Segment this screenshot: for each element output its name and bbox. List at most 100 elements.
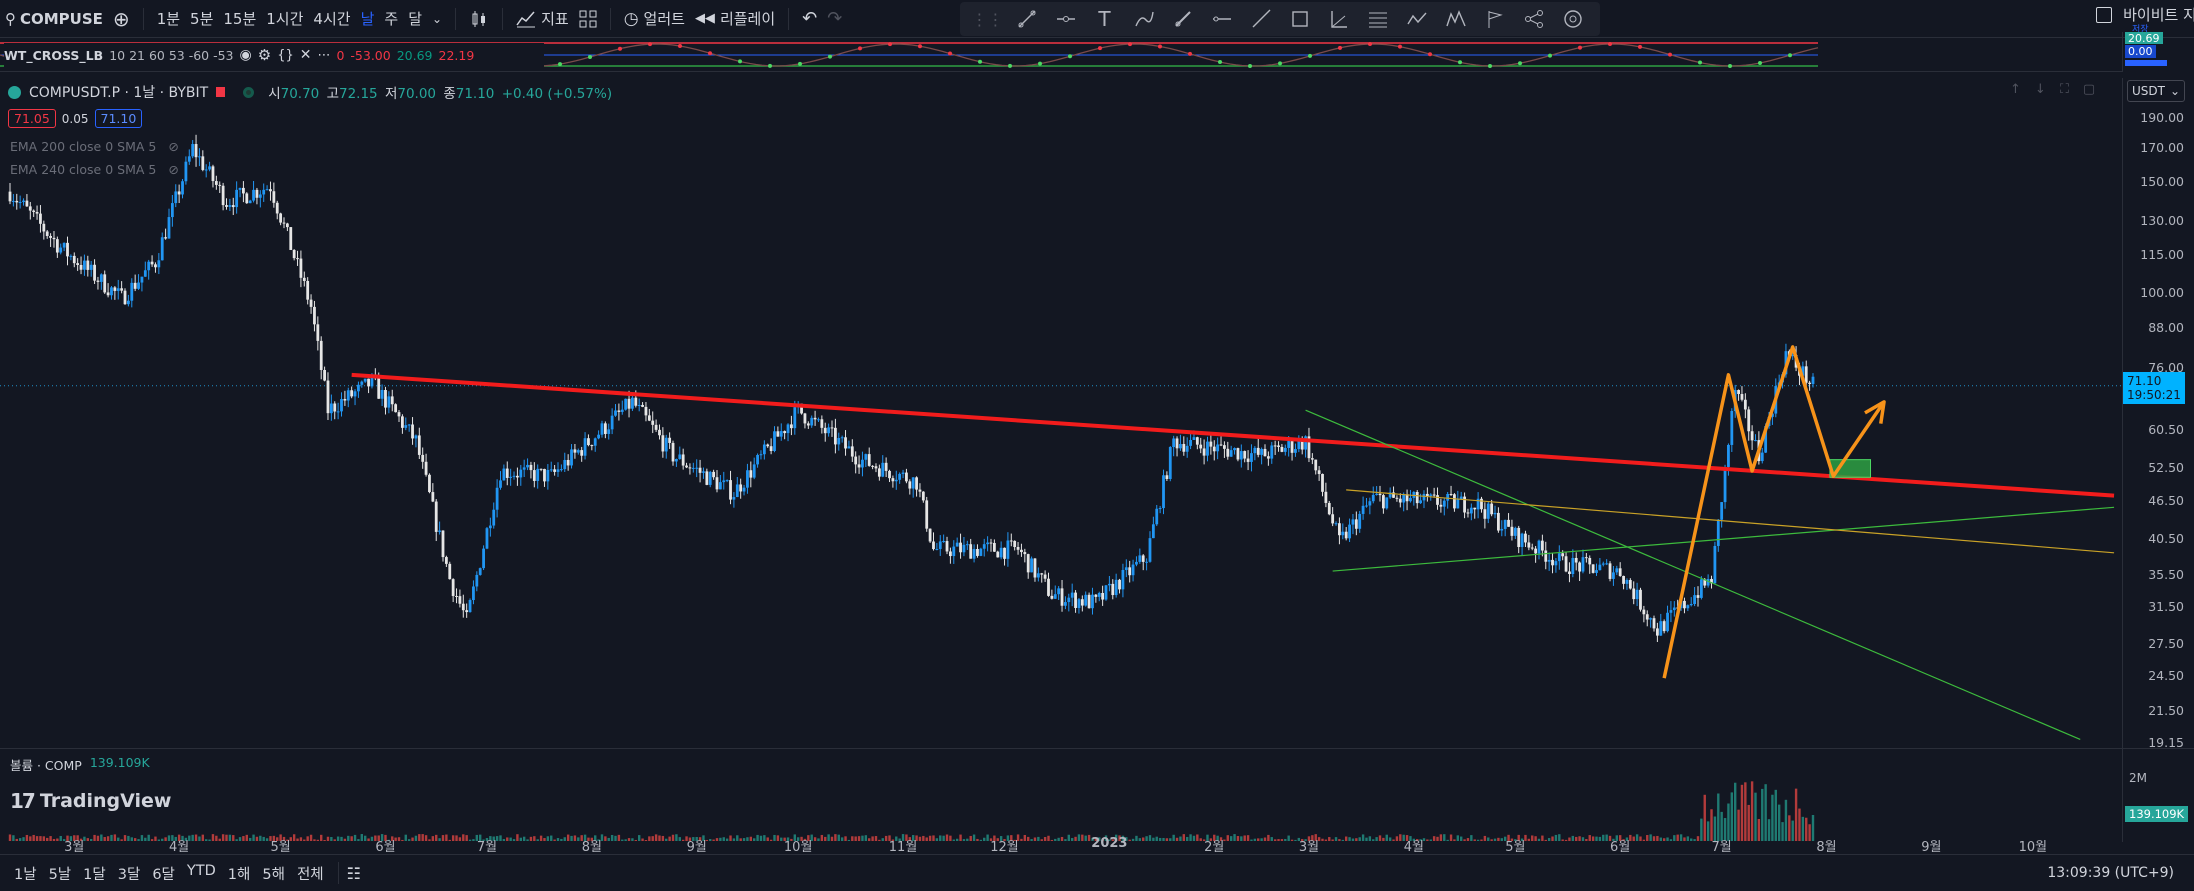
alert-button[interactable]: ◷ 얼러트 <box>619 0 690 38</box>
yellow-line[interactable] <box>1346 489 2115 554</box>
trend-line-tool-icon[interactable] <box>1013 5 1041 33</box>
range-3[interactable]: 3달 <box>112 863 147 884</box>
rectangle-tool-icon[interactable] <box>1286 5 1314 33</box>
volume-bar <box>1466 838 1470 841</box>
green-desc-line[interactable] <box>1305 409 2081 741</box>
volume-bar <box>675 834 678 841</box>
drag-handle-icon[interactable]: ⋮⋮ <box>972 5 1004 33</box>
interval-dropdown-chevron-icon[interactable]: ⌄ <box>427 0 447 38</box>
candle-body <box>333 403 337 412</box>
interval-0[interactable]: 1분 <box>152 0 185 38</box>
brush-tool-icon[interactable] <box>1130 5 1158 33</box>
currency-selector[interactable]: USDT ⌄ <box>2127 80 2185 102</box>
candle-body <box>1260 448 1264 455</box>
price-axis[interactable]: USDT ⌄ 71.10 19:50:21 190.00 170.00 150.00… <box>2122 78 2194 750</box>
range-8[interactable]: 전체 <box>291 863 330 884</box>
indicators-button[interactable]: 지표 <box>511 0 574 38</box>
interval-6[interactable]: 주 <box>379 0 403 38</box>
candle-body <box>996 551 1000 558</box>
interval-5[interactable]: 날 <box>356 0 380 38</box>
eye-icon[interactable]: ◉ <box>240 47 252 63</box>
candle-body <box>198 156 201 158</box>
range-7[interactable]: 5해 <box>256 863 291 884</box>
range-1[interactable]: 5날 <box>43 863 78 884</box>
indicator-axis: 20.69 0.00 <box>2122 32 2194 72</box>
candle-body <box>1659 621 1663 636</box>
range-5[interactable]: YTD <box>181 863 222 884</box>
more-icon[interactable]: ⋯ <box>317 48 330 63</box>
candle-body <box>793 407 797 429</box>
volume-bar <box>1568 837 1571 841</box>
candle-body <box>1713 545 1717 584</box>
flag-tool-icon[interactable] <box>1481 5 1509 33</box>
candle-body <box>884 462 888 471</box>
horizontal-line-tool-icon[interactable] <box>1208 5 1236 33</box>
interval-7[interactable]: 달 <box>403 0 427 38</box>
volume-bar <box>918 836 922 841</box>
close-icon[interactable]: ✕ <box>300 47 312 63</box>
redo-icon[interactable]: ↷ <box>822 0 847 38</box>
candle-body <box>597 434 600 439</box>
indicator-axis-bar <box>2125 60 2167 66</box>
candle-body <box>431 492 435 502</box>
candle-body <box>22 200 25 203</box>
settings-circle-icon[interactable] <box>1559 5 1587 33</box>
templates-grid-icon[interactable] <box>574 0 602 38</box>
orange-projection-path[interactable] <box>1662 345 1886 679</box>
symbol-search[interactable]: ⚲ COMPUSE <box>0 0 108 38</box>
source-code-icon[interactable]: {} <box>277 48 294 63</box>
replay-button[interactable]: ◀◀ 리플레이 <box>690 0 780 38</box>
candle-body <box>137 282 140 289</box>
range-0[interactable]: 1날 <box>8 863 43 884</box>
candle-body <box>718 482 722 490</box>
candle-body <box>28 206 32 211</box>
candle-body <box>1574 557 1578 563</box>
time-tick: 9월 <box>686 840 707 855</box>
checkbox-icon[interactable] <box>2096 6 2112 23</box>
volume-bar <box>1781 822 1784 841</box>
interval-list: 1분 5분 15분 1시간 4시간 날 주 달 <box>152 0 427 38</box>
candle-body <box>641 404 644 407</box>
horizontal-ray-tool-icon[interactable] <box>1052 5 1080 33</box>
range-4[interactable]: 6달 <box>146 863 181 884</box>
interval-1[interactable]: 5분 <box>185 0 218 38</box>
volume-bar <box>157 839 161 841</box>
path-tool-icon[interactable] <box>1403 5 1431 33</box>
candle-body <box>201 156 205 170</box>
candle-body <box>735 484 739 498</box>
gear-icon[interactable]: ⚙ <box>258 46 271 64</box>
interval-3[interactable]: 1시간 <box>261 0 308 38</box>
fib-retracement-tool-icon[interactable] <box>1364 5 1392 33</box>
range-2[interactable]: 1달 <box>77 863 112 884</box>
price-chart[interactable] <box>0 78 2122 748</box>
candle-body <box>965 544 969 546</box>
volume-bar <box>817 838 820 841</box>
volume-bar <box>1348 837 1351 841</box>
volume-bar <box>749 836 753 841</box>
angle-tool-icon[interactable] <box>1325 5 1353 33</box>
time-axis[interactable]: 3월 4월 5월 6월 7월 8월 9월 10월 11월 12월 2023 2월 3월 4월 5월 6월 7월 8… <box>0 836 2122 855</box>
ray-tool-icon[interactable] <box>1247 5 1275 33</box>
clock[interactable]: 13:09:39 (UTC+9) <box>2047 865 2174 881</box>
candle-body <box>1206 441 1209 456</box>
undo-icon[interactable]: ↶ <box>797 0 822 38</box>
pattern-tool-icon[interactable] <box>1442 5 1470 33</box>
candle-body <box>1341 531 1345 536</box>
candle-body <box>204 169 208 171</box>
range-6[interactable]: 1해 <box>222 863 257 884</box>
compare-add-icon[interactable]: ⊕ <box>108 0 135 38</box>
volume-bar <box>1791 820 1794 841</box>
green-asc-line[interactable] <box>1332 506 2115 572</box>
pencil-tool-icon[interactable] <box>1169 5 1197 33</box>
volume-bar <box>1696 836 1700 841</box>
text-tool-icon[interactable]: T <box>1091 5 1119 33</box>
volume-bar <box>1490 839 1493 841</box>
goto-date-icon[interactable]: ☷ <box>347 864 361 883</box>
candle-type-icon[interactable] <box>464 0 494 38</box>
share-tool-icon[interactable] <box>1520 5 1548 33</box>
volume-bar <box>164 837 167 841</box>
volume-bar <box>1128 839 1131 841</box>
candle-body <box>989 542 993 544</box>
interval-4[interactable]: 4시간 <box>308 0 355 38</box>
interval-2[interactable]: 15분 <box>218 0 261 38</box>
